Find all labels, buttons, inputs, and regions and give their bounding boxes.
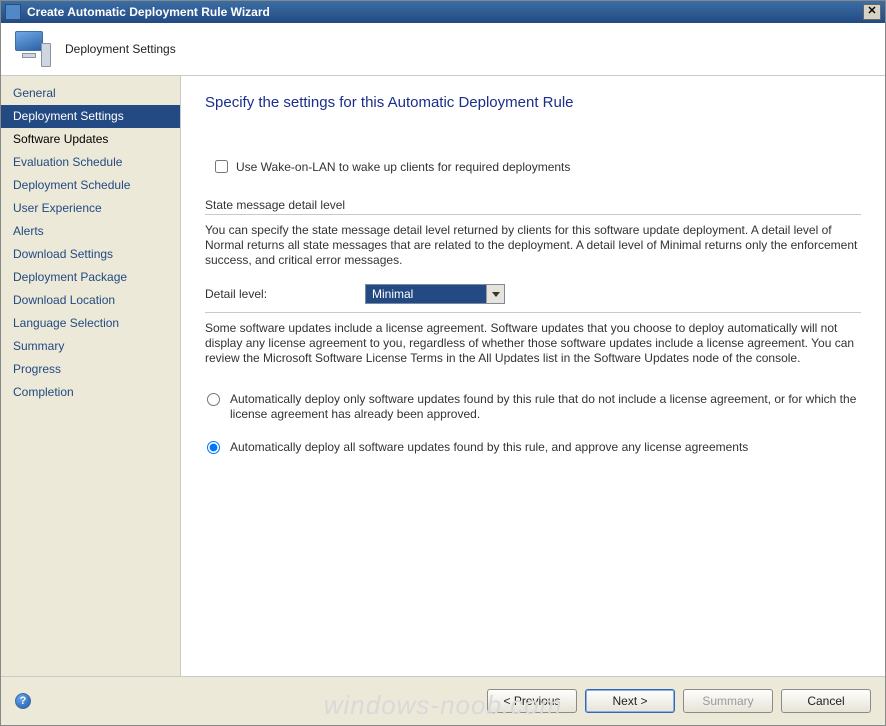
state-detail-description: You can specify the state message detail… (205, 223, 861, 268)
sidebar-item-label: Completion (13, 385, 74, 399)
sidebar-item-label: Evaluation Schedule (13, 155, 122, 169)
sidebar-item-label: Deployment Settings (13, 109, 124, 123)
help-icon[interactable]: ? (15, 693, 31, 709)
detail-level-value: Minimal (372, 287, 413, 301)
sidebar-item-label: Download Location (13, 293, 115, 307)
computer-icon (11, 31, 51, 67)
sidebar-item-deployment-package[interactable]: Deployment Package (1, 266, 180, 289)
sidebar-item-evaluation-schedule[interactable]: Evaluation Schedule (1, 151, 180, 174)
titlebar: Create Automatic Deployment Rule Wizard … (1, 1, 885, 23)
deploy-without-license-label: Automatically deploy only software updat… (230, 392, 861, 422)
sidebar-item-label: Download Settings (13, 247, 113, 261)
deploy-without-license-radio[interactable] (207, 393, 220, 406)
deploy-approve-license-label: Automatically deploy all software update… (230, 440, 748, 455)
state-detail-section-label: State message detail level (205, 198, 861, 212)
deploy-approve-license-radio[interactable] (207, 441, 220, 454)
sidebar-item-general[interactable]: General (1, 82, 180, 105)
sidebar-item-label: Deployment Schedule (13, 178, 130, 192)
header-title: Deployment Settings (65, 42, 176, 56)
sidebar-item-label: User Experience (13, 201, 102, 215)
sidebar-item-download-settings[interactable]: Download Settings (1, 243, 180, 266)
sidebar-item-progress[interactable]: Progress (1, 358, 180, 381)
next-button[interactable]: Next > (585, 689, 675, 713)
window-title: Create Automatic Deployment Rule Wizard (27, 5, 863, 19)
detail-level-dropdown[interactable]: Minimal (365, 284, 505, 304)
summary-button: Summary (683, 689, 773, 713)
page-title: Specify the settings for this Automatic … (205, 94, 861, 111)
sidebar-item-label: Progress (13, 362, 61, 376)
license-description: Some software updates include a license … (205, 321, 861, 366)
sidebar-item-completion[interactable]: Completion (1, 381, 180, 404)
sidebar-item-deployment-settings[interactable]: Deployment Settings (1, 105, 180, 128)
sidebar-item-user-experience[interactable]: User Experience (1, 197, 180, 220)
app-icon (5, 4, 21, 20)
sidebar-item-alerts[interactable]: Alerts (1, 220, 180, 243)
sidebar-item-deployment-schedule[interactable]: Deployment Schedule (1, 174, 180, 197)
wake-on-lan-checkbox[interactable] (215, 160, 228, 173)
wizard-content: Specify the settings for this Automatic … (181, 76, 885, 676)
wake-on-lan-label: Use Wake-on-LAN to wake up clients for r… (236, 160, 570, 174)
close-button[interactable]: ✕ (863, 4, 881, 20)
sidebar-item-download-location[interactable]: Download Location (1, 289, 180, 312)
wizard-footer: ? < Previous Next > Summary Cancel (1, 676, 885, 725)
sidebar-item-label: General (13, 86, 56, 100)
sidebar-item-software-updates[interactable]: Software Updates (1, 128, 180, 151)
sidebar-item-label: Summary (13, 339, 64, 353)
wizard-window: Create Automatic Deployment Rule Wizard … (0, 0, 886, 726)
divider (205, 312, 861, 313)
sidebar-item-language-selection[interactable]: Language Selection (1, 312, 180, 335)
wizard-sidebar: General Deployment Settings Software Upd… (1, 76, 181, 676)
cancel-button[interactable]: Cancel (781, 689, 871, 713)
previous-button[interactable]: < Previous (487, 689, 577, 713)
sidebar-item-summary[interactable]: Summary (1, 335, 180, 358)
detail-level-label: Detail level: (205, 287, 365, 301)
sidebar-item-label: Software Updates (13, 132, 108, 146)
wizard-header: Deployment Settings (1, 23, 885, 76)
sidebar-item-label: Alerts (13, 224, 44, 238)
chevron-down-icon (486, 285, 504, 303)
sidebar-item-label: Language Selection (13, 316, 119, 330)
sidebar-item-label: Deployment Package (13, 270, 127, 284)
divider (205, 214, 861, 215)
